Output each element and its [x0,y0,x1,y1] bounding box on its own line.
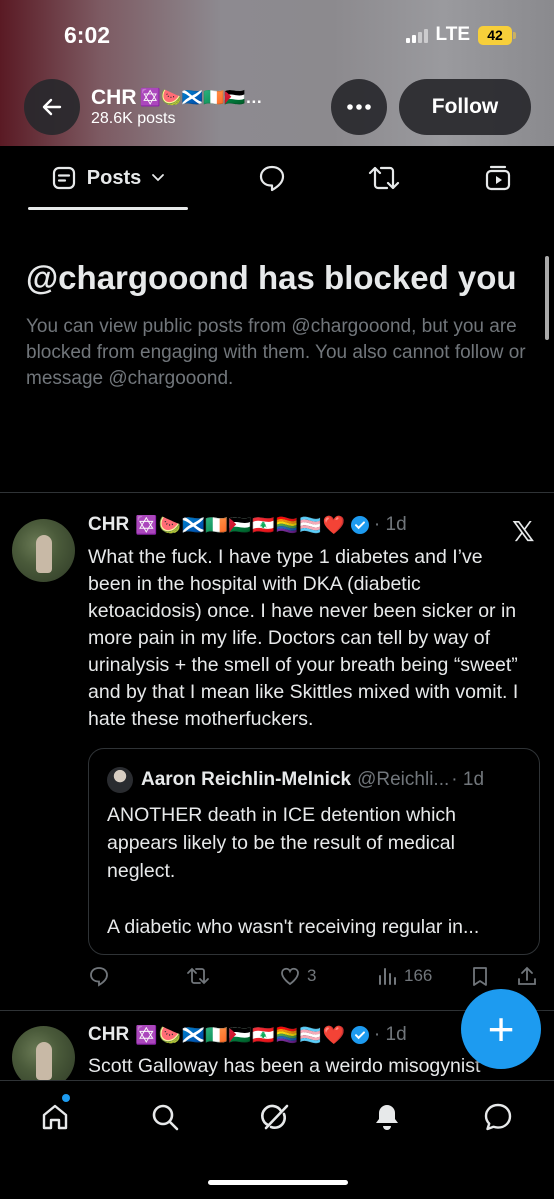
profile-name: CHR ✡️🍉🏴󠁧󠁢󠁳󠁣󠁴󠁿🇮🇪🇵🇸… [91,86,263,109]
author-name[interactable]: CHR [88,1024,129,1046]
quoted-author-name: Aaron Reichlin-Melnick [141,769,352,790]
share-button[interactable] [516,965,538,987]
nav-grok[interactable] [256,1097,296,1137]
profile-tabs: Posts [0,146,554,210]
bell-icon [376,1105,398,1130]
heart-icon [281,967,299,986]
compose-button[interactable]: + [461,989,541,1069]
tweet-text: What the fuck. I have type 1 diabetes an… [88,546,519,730]
tweet-header: CHR ✡️🍉🏴󠁧󠁢󠁳󠁣󠁴󠁿🇮🇪🇵🇸🇱🇧🏳️‍🌈🏳️‍⚧️❤️ · 1d [88,514,407,536]
tab-posts-label: Posts [86,166,142,189]
tab-reposts[interactable] [362,146,406,210]
tweet-header: CHR ✡️🍉🏴󠁧󠁢󠁳󠁣󠁴󠁿🇮🇪🇵🇸🇱🇧🏳️‍🌈🏳️‍⚧️❤️ · 1d [88,1024,407,1046]
author-emojis: ✡️🍉🏴󠁧󠁢󠁳󠁣󠁴󠁿🇮🇪🇵🇸🇱🇧🏳️‍🌈🏳️‍⚧️❤️ [135,1024,346,1045]
chevron-down-icon [152,174,165,182]
home-indicator [208,1180,348,1185]
quoted-age: · 1d [451,769,485,790]
tweet-actions: 3 166 [88,965,540,995]
bookmark-button[interactable] [470,965,490,987]
network-label: LTE [435,24,470,45]
like-button[interactable]: 3 [279,965,316,987]
posts-count: 28.6K posts [91,110,176,127]
author-emojis: ✡️🍉🏴󠁧󠁢󠁳󠁣󠁴󠁿🇮🇪🇵🇸🇱🇧🏳️‍🌈🏳️‍⚧️❤️ [135,514,346,535]
divider [0,492,554,493]
share-icon [518,966,536,985]
battery-level: 42 [478,25,512,45]
quoted-header: Aaron Reichlin-Melnick @Reichli... · 1d [107,767,484,793]
blocked-message: You can view public posts from @chargooo… [26,316,526,389]
battery-icon: 42 [478,25,516,45]
author-name[interactable]: CHR [88,514,129,536]
reply-button[interactable] [88,965,110,987]
verified-badge-icon [350,516,369,534]
profile-name-emojis: ✡️🍉🏴󠁧󠁢󠁳󠁣󠁴󠁿🇮🇪🇵🇸… [139,88,263,107]
tweet-age: · 1d [373,514,407,535]
repost-button[interactable] [186,965,210,987]
tweet-age: · 1d [373,1024,407,1045]
message-icon [484,1103,512,1131]
posts-icon [52,166,75,190]
grok-icon [261,1104,289,1130]
reply-icon [259,165,285,192]
more-button[interactable] [331,79,387,135]
home-icon [42,1104,68,1130]
views-icon [379,968,396,985]
blocked-notice: @chargooond has blocked you You can view… [26,256,526,392]
blocked-title: @chargooond has blocked you [26,259,517,296]
tab-media[interactable] [476,146,520,210]
nav-messages[interactable] [478,1097,518,1137]
nav-home[interactable] [35,1097,75,1137]
quoted-text: ANOTHER death in ICE detention which app… [107,804,480,938]
nav-notifications[interactable] [367,1097,407,1137]
follow-button[interactable]: Follow [399,79,531,135]
tweet-text: Scott Galloway has been a weirdo misogyn… [88,1055,481,1077]
back-button[interactable] [24,79,80,135]
more-icon [347,104,371,110]
verified-badge-icon [350,1026,369,1044]
scrollbar[interactable] [545,256,549,340]
view-count: 166 [404,966,433,985]
bookmark-icon [473,967,487,986]
reply-icon [90,967,108,987]
tab-posts[interactable]: Posts [28,146,188,210]
quoted-avatar [107,767,133,793]
media-icon [485,165,511,191]
quoted-tweet[interactable]: Aaron Reichlin-Melnick @Reichli... · 1d … [88,748,540,955]
nav-search[interactable] [145,1097,185,1137]
like-count: 3 [307,966,317,985]
back-arrow-icon [42,98,62,116]
repost-icon [187,967,209,985]
status-time: 6:02 [64,22,111,48]
views-button[interactable]: 166 [376,965,432,987]
quoted-handle: @Reichli... [357,769,450,790]
signal-icon [405,27,428,43]
status-indicators: LTE 42 [405,24,516,46]
avatar[interactable] [12,519,75,582]
tab-replies[interactable] [250,146,294,210]
plus-icon: + [487,1003,515,1055]
search-icon [152,1104,179,1131]
notification-dot [62,1094,70,1102]
repost-icon [368,166,400,190]
